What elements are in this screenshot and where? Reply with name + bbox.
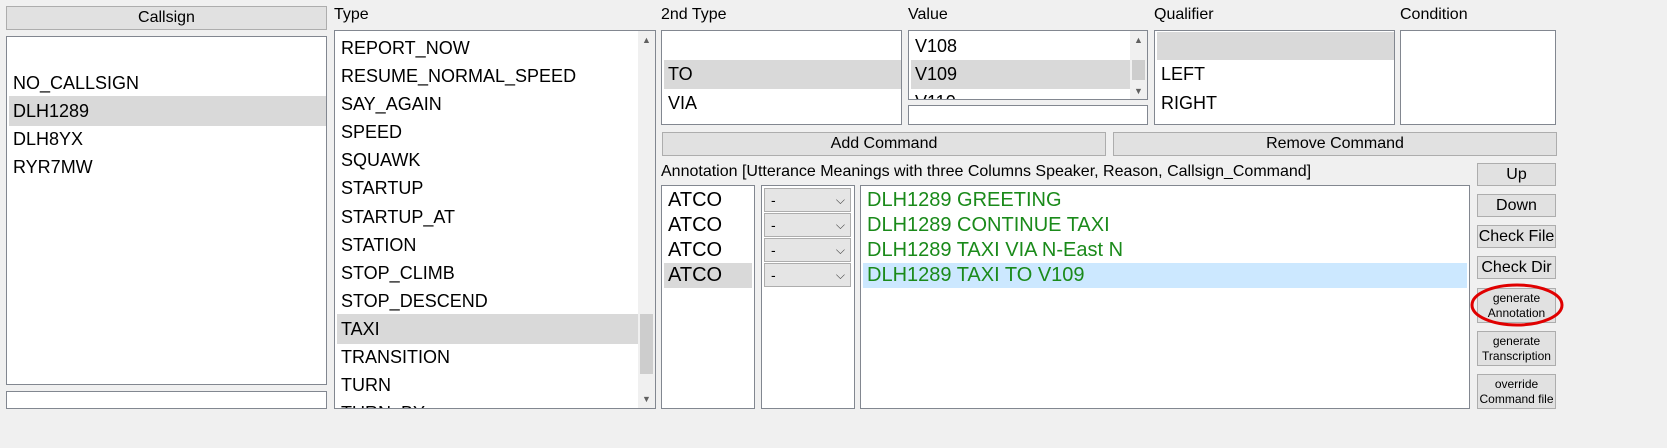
speaker-item[interactable]: ATCO <box>664 238 752 263</box>
down-button[interactable]: Down <box>1477 194 1556 217</box>
list-item[interactable]: V110 <box>911 88 1131 99</box>
chevron-down-icon: ⌵ <box>835 243 845 257</box>
type-scrollbar[interactable]: ▲ ▼ <box>638 31 655 408</box>
list-item[interactable]: LEFT <box>1157 60 1394 89</box>
reason-list[interactable]: - ⌵ - ⌵ - ⌵ - ⌵ <box>761 185 855 409</box>
list-item[interactable]: NO_CALLSIGN <box>9 68 326 98</box>
list-item[interactable]: TURN <box>337 370 639 400</box>
list-item[interactable]: STARTUP <box>337 173 639 203</box>
list-item[interactable] <box>664 32 901 60</box>
reason-select[interactable]: - ⌵ <box>764 238 851 262</box>
up-button[interactable]: Up <box>1477 163 1556 186</box>
list-item[interactable]: SQUAWK <box>337 145 639 175</box>
callsign-header[interactable]: Callsign <box>6 6 327 30</box>
list-item-selected[interactable]: DLH1289 <box>9 96 326 126</box>
list-item[interactable] <box>9 37 326 67</box>
chevron-down-icon: ⌵ <box>835 268 845 282</box>
type-list[interactable]: REPORT_NOW RESUME_NORMAL_SPEED SAY_AGAIN… <box>334 30 656 409</box>
speaker-list[interactable]: ATCO ATCO ATCO ATCO <box>661 185 755 409</box>
override-command-file-button[interactable]: override Command file <box>1477 374 1556 409</box>
value-label: Value <box>908 6 948 23</box>
command-item-selected[interactable]: DLH1289 TAXI TO V109 <box>863 263 1467 288</box>
reason-select[interactable]: - ⌵ <box>764 213 851 237</box>
scroll-up-arrow-icon[interactable]: ▲ <box>638 34 655 46</box>
list-item[interactable]: SAY_AGAIN <box>337 89 639 119</box>
scroll-down-arrow-icon[interactable]: ▼ <box>1130 85 1147 97</box>
list-item[interactable]: STOP_CLIMB <box>337 258 639 288</box>
list-item-selected[interactable]: V109 <box>911 60 1131 89</box>
scrollbar-thumb[interactable] <box>640 314 653 374</box>
reason-value: - <box>771 242 776 258</box>
list-item[interactable]: STOP_DESCEND <box>337 286 639 316</box>
speaker-item-selected[interactable]: ATCO <box>664 263 752 288</box>
list-item[interactable]: REPORT_NOW <box>337 33 639 63</box>
condition-label: Condition <box>1400 6 1468 23</box>
check-dir-button[interactable]: Check Dir <box>1477 256 1556 279</box>
list-item[interactable]: VIA <box>664 89 901 118</box>
list-item-selected[interactable]: TAXI <box>337 314 639 344</box>
second-type-list[interactable]: TO VIA <box>661 30 902 125</box>
reason-select[interactable]: - ⌵ <box>764 188 851 212</box>
scrollbar-thumb[interactable] <box>1132 60 1145 80</box>
add-command-button[interactable]: Add Command <box>662 132 1106 156</box>
remove-command-button[interactable]: Remove Command <box>1113 132 1557 156</box>
list-item[interactable]: STATION <box>337 230 639 260</box>
list-item[interactable]: RYR7MW <box>9 152 326 182</box>
check-file-button[interactable]: Check File <box>1477 225 1556 248</box>
highlight-circle <box>1470 283 1564 327</box>
qualifier-list[interactable]: LEFT RIGHT <box>1154 30 1395 125</box>
generate-transcription-button[interactable]: generate Transcription <box>1477 331 1556 366</box>
speaker-item[interactable]: ATCO <box>664 188 752 213</box>
command-list[interactable]: DLH1289 GREETING DLH1289 CONTINUE TAXI D… <box>860 185 1470 409</box>
value-scrollbar[interactable]: ▲ ▼ <box>1130 31 1147 99</box>
command-item[interactable]: DLH1289 CONTINUE TAXI <box>863 213 1467 238</box>
chevron-down-icon: ⌵ <box>835 193 845 207</box>
speaker-item[interactable]: ATCO <box>664 213 752 238</box>
second-type-label: 2nd Type <box>661 6 727 23</box>
type-label: Type <box>334 6 369 23</box>
list-item[interactable]: STARTUP_AT <box>337 202 639 232</box>
callsign-input[interactable] <box>6 391 327 409</box>
command-item[interactable]: DLH1289 GREETING <box>863 188 1467 213</box>
command-item[interactable]: DLH1289 TAXI VIA N-East N <box>863 238 1467 263</box>
annotation-label: Annotation [Utterance Meanings with thre… <box>661 163 1312 180</box>
list-item[interactable]: V108 <box>911 32 1131 61</box>
reason-value: - <box>771 192 776 208</box>
scroll-up-arrow-icon[interactable]: ▲ <box>1130 34 1147 46</box>
list-item[interactable]: TRANSITION <box>337 342 639 372</box>
list-item-selected[interactable] <box>1157 32 1394 60</box>
condition-list[interactable] <box>1400 30 1556 125</box>
list-item[interactable]: DLH8YX <box>9 124 326 154</box>
list-item[interactable]: TURN_BY <box>337 398 639 408</box>
chevron-down-icon: ⌵ <box>835 218 845 232</box>
list-item[interactable]: SPEED <box>337 117 639 147</box>
list-item[interactable]: RIGHT <box>1157 89 1394 118</box>
value-list[interactable]: V108 V109 V110 ▲ ▼ <box>908 30 1148 100</box>
reason-select[interactable]: - ⌵ <box>764 263 851 287</box>
scroll-down-arrow-icon[interactable]: ▼ <box>638 393 655 405</box>
reason-value: - <box>771 267 776 283</box>
list-item-selected[interactable]: TO <box>664 60 901 89</box>
callsign-list[interactable]: NO_CALLSIGN DLH1289 DLH8YX RYR7MW <box>6 36 327 385</box>
reason-value: - <box>771 217 776 233</box>
qualifier-label: Qualifier <box>1154 6 1214 23</box>
list-item[interactable]: RESUME_NORMAL_SPEED <box>337 61 639 91</box>
value-input[interactable] <box>908 105 1148 125</box>
